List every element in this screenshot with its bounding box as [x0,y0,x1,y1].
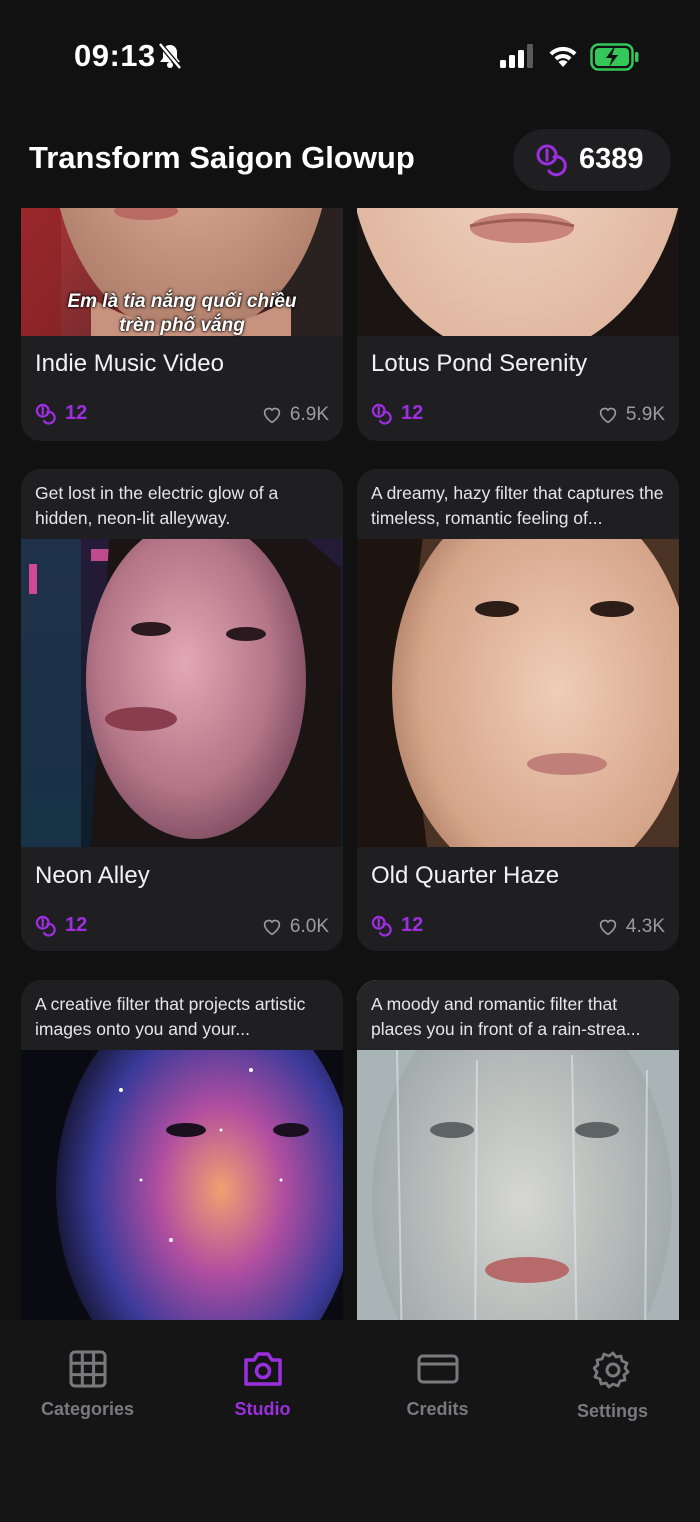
grid-icon [69,1350,106,1388]
price-value: 12 [65,402,88,424]
caption-line: trèn phố vắng [119,315,245,336]
style-description: A creative filter that projects artistic… [21,980,343,1050]
coins-icon [35,403,56,425]
style-title: Lotus Pond Serenity [371,350,588,377]
heart-icon [263,407,281,424]
likes-count[interactable]: 6.0K [262,916,329,938]
style-card[interactable]: A moody and romantic filter that places … [357,980,679,1320]
style-card[interactable]: Em là tia nắng quối chiều trèn phố vắng … [21,208,343,441]
description-text: Get lost in the electric glow of a hidde… [35,483,279,528]
description-text: A creative filter that projects artistic… [35,994,306,1039]
style-description: A moody and romantic filter that places … [357,980,679,1050]
style-card[interactable]: A creative filter that projects artistic… [21,980,343,1320]
video-caption: Em là tia nắng quối chiều trèn phố vắng [21,290,343,338]
style-title: Neon Alley [35,862,150,889]
style-description: A dreamy, hazy filter that captures the … [357,469,679,539]
style-preview-image [357,208,679,336]
tab-studio[interactable]: Studio [175,1350,350,1420]
credits-balance-button[interactable]: 6389 [513,129,671,191]
likes-count[interactable]: 5.9K [598,404,665,426]
wifi-icon [549,46,577,67]
tab-settings[interactable]: Settings [525,1350,700,1422]
bell-muted-icon [158,42,182,70]
status-bar: 09:13 [0,0,700,110]
price-value: 12 [401,402,424,424]
tab-categories[interactable]: Categories [0,1350,175,1420]
coins-icon [35,915,56,937]
coins-icon [371,915,392,937]
style-card[interactable]: Get lost in the electric glow of a hidde… [21,469,343,951]
description-text: A moody and romantic filter that places … [371,994,641,1039]
style-price: 12 [371,402,423,425]
tab-label: Studio [234,1399,291,1419]
heart-icon [599,919,617,936]
style-title: Indie Music Video [35,350,224,377]
tab-credits[interactable]: Credits [350,1350,525,1420]
style-card[interactable]: A dreamy, hazy filter that captures the … [357,469,679,951]
description-text: A dreamy, hazy filter that captures the … [371,483,664,528]
price-value: 12 [65,914,88,936]
camera-icon [243,1352,282,1386]
style-description: Get lost in the electric glow of a hidde… [21,469,343,539]
style-title: Old Quarter Haze [371,862,560,889]
coins-icon [371,403,392,425]
caption-line: Em là tia nắng quối chiều [67,291,297,312]
heart-icon [263,919,281,936]
style-price: 12 [35,402,87,425]
tab-label: Categories [40,1399,135,1419]
status-time: 09:13 [74,38,156,73]
price-value: 12 [401,914,424,936]
style-price: 12 [371,914,423,937]
cellular-signal-icon [500,44,533,68]
tab-label: Settings [576,1401,648,1421]
likes-count[interactable]: 6.9K [262,404,329,426]
style-price: 12 [35,914,87,937]
gear-icon [592,1351,629,1389]
tab-label: Credits [406,1399,469,1419]
likes-value: 6.9K [289,404,329,425]
likes-value: 6.0K [289,916,329,937]
coins-icon [536,144,567,177]
credit-card-icon [417,1354,458,1384]
battery-charging-icon [590,43,639,71]
likes-value: 4.3K [625,916,665,937]
style-card[interactable]: Lotus Pond Serenity 12 5.9K [357,208,679,441]
likes-count[interactable]: 4.3K [598,916,665,938]
heart-icon [599,407,617,424]
tab-bar: Categories Studio Credits Settings [0,1320,700,1522]
page-title: Transform Saigon Glowup [29,140,415,175]
credits-count: 6389 [579,143,644,175]
styles-grid[interactable]: Em là tia nắng quối chiều trèn phố vắng … [0,208,700,1320]
likes-value: 5.9K [625,404,665,425]
